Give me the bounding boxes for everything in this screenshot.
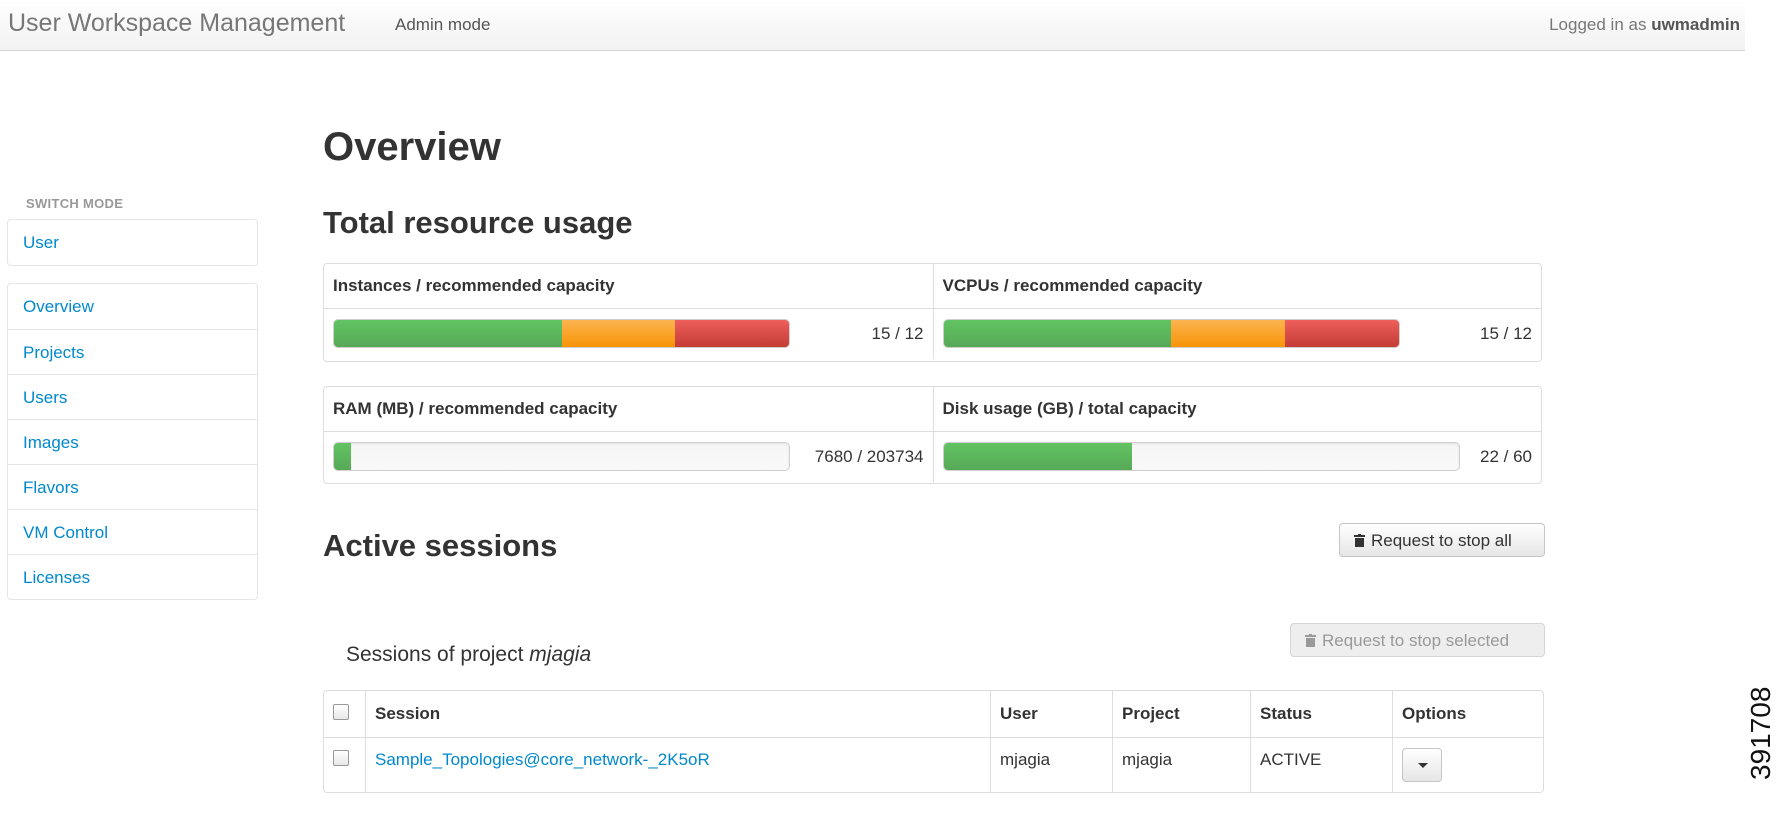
ram-progress-bar (333, 442, 790, 471)
sidebar-nav: Overview Projects Users Images Flavors V… (7, 283, 258, 600)
username: uwmadmin (1651, 15, 1740, 34)
col-user[interactable]: User (990, 691, 1112, 737)
app-brand[interactable]: User Workspace Management (8, 9, 345, 38)
status-cell: ACTIVE (1250, 737, 1392, 792)
switch-item-user: User (8, 220, 257, 265)
progress-segment-green (334, 320, 562, 347)
progress-segment-green (334, 443, 352, 470)
stop-selected-button[interactable]: Request to stop selected (1290, 623, 1545, 657)
usage-bar-row: 7680 / 203734 22 / 60 (324, 431, 1541, 482)
usage-header-row: Instances / recommended capacity VCPUs /… (324, 264, 1541, 308)
select-all-cell (324, 691, 365, 737)
login-status: Logged in as uwmadmin (1549, 15, 1740, 35)
vcpus-usage-value: 15 / 12 (1480, 324, 1532, 343)
row-select-cell (324, 737, 365, 792)
caret-down-icon (1418, 763, 1428, 768)
page-title: Overview (323, 125, 501, 169)
ram-usage-label: RAM (MB) / recommended capacity (333, 399, 618, 418)
session-link[interactable]: Sample_Topologies@core_network-_2K5oR (375, 750, 710, 769)
sidebar-link-overview[interactable]: Overview (8, 284, 257, 329)
sidebar-link-vm-control[interactable]: VM Control (8, 510, 257, 554)
sidebar-link-flavors[interactable]: Flavors (8, 465, 257, 509)
active-sessions-title: Active sessions (323, 528, 558, 563)
sessions-project-name: mjagia (529, 643, 592, 666)
usage-table-compute: Instances / recommended capacity VCPUs /… (323, 263, 1542, 362)
sidebar-item-vm-control: VM Control (8, 509, 257, 554)
switch-user-link[interactable]: User (8, 220, 257, 265)
col-session[interactable]: Session (365, 691, 990, 737)
table-header-row: Session User Project Status Options (324, 691, 1543, 737)
instances-usage-cell: 15 / 12 (324, 309, 933, 359)
progress-segment-orange (561, 320, 676, 347)
sidebar-item-licenses: Licenses (8, 554, 257, 599)
user-cell: mjagia (990, 737, 1112, 792)
trash-icon (1354, 534, 1365, 547)
sessions-heading: Sessions of project mjagia (346, 643, 591, 667)
progress-segment-green (943, 443, 1133, 470)
switch-mode-header: SWITCH MODE (26, 196, 124, 211)
vcpus-usage-label: VCPUs / recommended capacity (932, 264, 1542, 308)
row-checkbox[interactable] (333, 750, 349, 766)
col-options: Options (1392, 691, 1543, 737)
sessions-prefix: Sessions of project (346, 643, 524, 666)
stop-all-button[interactable]: Request to stop all (1339, 523, 1545, 557)
usage-table-storage: RAM (MB) / recommended capacity Disk usa… (323, 386, 1542, 484)
sidebar-item-overview: Overview (8, 284, 257, 329)
progress-segment-red (675, 320, 789, 347)
progress-segment-green (943, 320, 1171, 347)
options-cell (1392, 737, 1543, 792)
col-project[interactable]: Project (1112, 691, 1250, 737)
disk-usage-label: Disk usage (GB) / total capacity (932, 387, 1542, 431)
sessions-table: Session User Project Status Options Samp… (323, 690, 1544, 793)
col-status[interactable]: Status (1250, 691, 1392, 737)
sidebar-item-projects: Projects (8, 329, 257, 374)
ram-usage-cell: 7680 / 203734 (324, 432, 933, 482)
login-prefix: Logged in as (1549, 15, 1647, 34)
trash-icon (1305, 634, 1316, 647)
progress-segment-orange (1171, 320, 1285, 347)
usage-header-row: RAM (MB) / recommended capacity Disk usa… (324, 387, 1541, 431)
disk-usage-value: 22 / 60 (1480, 447, 1532, 466)
disk-usage-cell: 22 / 60 (932, 432, 1542, 482)
sidebar-link-projects[interactable]: Projects (8, 330, 257, 374)
admin-mode-label: Admin mode (395, 15, 491, 34)
disk-progress-bar (942, 442, 1460, 471)
project-cell: mjagia (1112, 737, 1250, 792)
sidebar-link-images[interactable]: Images (8, 420, 257, 464)
ram-usage-value: 7680 / 203734 (814, 447, 924, 466)
progress-segment-red (1284, 320, 1399, 347)
usage-bar-row: 15 / 12 15 / 12 (324, 308, 1541, 359)
select-all-checkbox[interactable] (333, 703, 349, 720)
switch-mode-list: User (7, 219, 258, 266)
sidebar-link-users[interactable]: Users (8, 375, 257, 419)
session-cell: Sample_Topologies@core_network-_2K5oR (365, 737, 990, 792)
sidebar-item-users: Users (8, 374, 257, 419)
vcpus-progress-bar (942, 319, 1400, 348)
table-row: Sample_Topologies@core_network-_2K5oR mj… (324, 737, 1543, 792)
sidebar-link-licenses[interactable]: Licenses (8, 555, 257, 599)
instances-usage-label: Instances / recommended capacity (333, 276, 615, 295)
vcpus-usage-cell: 15 / 12 (932, 309, 1542, 359)
stop-all-label: Request to stop all (1371, 531, 1512, 550)
options-dropdown-button[interactable] (1402, 748, 1442, 782)
instances-progress-bar (333, 319, 790, 348)
figure-id: 391708 (1745, 686, 1776, 780)
sidebar-item-images: Images (8, 419, 257, 464)
usage-section-title: Total resource usage (323, 205, 633, 240)
top-navbar: User Workspace Management Admin mode Log… (0, 0, 1745, 51)
instances-usage-value: 15 / 12 (871, 324, 924, 343)
stop-selected-label: Request to stop selected (1322, 631, 1510, 650)
sidebar-item-flavors: Flavors (8, 464, 257, 509)
